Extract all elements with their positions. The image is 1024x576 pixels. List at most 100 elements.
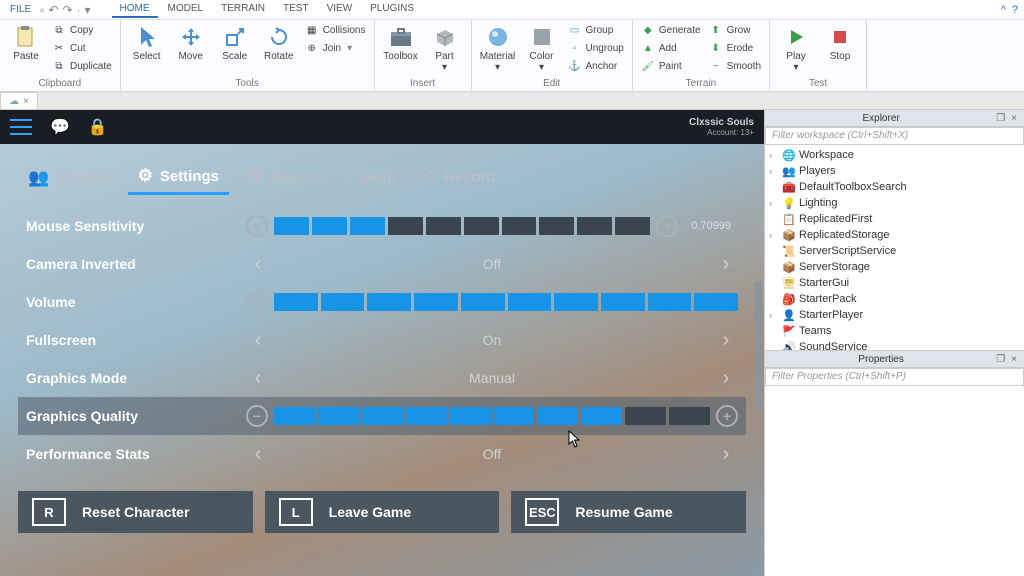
join-button[interactable]: ⊕Join▾ (303, 40, 368, 56)
grow-button[interactable]: ⬆Grow (707, 22, 763, 38)
next-button[interactable]: › (714, 367, 738, 390)
explorer-tree[interactable]: ›🌐Workspace›👥Players🧰DefaultToolboxSearc… (765, 145, 1024, 350)
copy-button[interactable]: ⧉Copy (50, 22, 114, 38)
select-button[interactable]: Select (127, 22, 167, 64)
resume-game-button[interactable]: ESCResume Game (511, 491, 746, 533)
stop-button[interactable]: Stop (820, 22, 860, 64)
prev-button[interactable]: ‹ (246, 253, 270, 276)
tab-view[interactable]: VIEW (319, 1, 361, 18)
paste-button[interactable]: Paste (6, 22, 46, 64)
expand-icon[interactable]: › (769, 198, 779, 208)
tree-item[interactable]: ›🌐Workspace (765, 147, 1024, 163)
erode-button[interactable]: ⬇Erode (707, 40, 763, 56)
help-icon[interactable]: ? (1012, 4, 1018, 16)
tab-settings[interactable]: ⚙Settings (128, 160, 229, 195)
slider-segment[interactable] (406, 407, 447, 425)
slider-segment[interactable] (362, 407, 403, 425)
rotate-button[interactable]: Rotate (259, 22, 299, 64)
next-button[interactable]: › (714, 253, 738, 276)
next-button[interactable]: › (714, 443, 738, 466)
save-icon[interactable]: ▫ (40, 3, 44, 17)
tree-item[interactable]: 🔊SoundService (765, 339, 1024, 350)
slider-segment[interactable] (350, 217, 385, 235)
generate-button[interactable]: ◆Generate (639, 22, 703, 38)
expand-icon[interactable]: › (769, 310, 779, 320)
qat-more-icon[interactable]: ▾ (85, 3, 91, 17)
tree-item[interactable]: 🧰DefaultToolboxSearch (765, 179, 1024, 195)
cut-button[interactable]: ✂Cut (50, 40, 114, 56)
slider-segment[interactable] (694, 293, 738, 311)
slider-segment[interactable] (312, 217, 347, 235)
part-button[interactable]: Part▾ (425, 22, 465, 75)
volume-slider[interactable] (274, 293, 738, 311)
slider-segment[interactable] (577, 217, 612, 235)
slider-segment[interactable] (450, 407, 491, 425)
slider-segment[interactable] (274, 407, 315, 425)
toolbox-button[interactable]: Toolbox (381, 22, 421, 64)
color-button[interactable]: Color▾ (522, 22, 562, 75)
slider-segment[interactable] (648, 293, 692, 311)
game-viewport[interactable]: 💬 🔒 Clxssic Souls Account: 13+ 👥Players … (0, 110, 764, 576)
tab-record[interactable]: ⟐Record (414, 160, 506, 195)
tree-item[interactable]: ›👤StarterPlayer (765, 307, 1024, 323)
ungroup-button[interactable]: ▫Ungroup (566, 40, 626, 56)
close-tab-icon[interactable]: × (23, 96, 29, 107)
scrollbar[interactable] (755, 281, 762, 411)
slider-segment[interactable] (537, 407, 578, 425)
sensitivity-slider[interactable] (274, 217, 650, 235)
tree-item[interactable]: 🖥StarterGui (765, 275, 1024, 291)
slider-segment[interactable] (502, 217, 537, 235)
leave-game-button[interactable]: LLeave Game (265, 491, 500, 533)
increase-button[interactable]: + (716, 405, 738, 427)
properties-filter-input[interactable]: Filter Properties (Ctrl+Shift+P) (765, 368, 1024, 386)
slider-segment[interactable] (388, 217, 423, 235)
slider-segment[interactable] (274, 217, 309, 235)
slider-segment[interactable] (601, 293, 645, 311)
slider-segment[interactable] (554, 293, 598, 311)
tree-item[interactable]: ›💡Lighting (765, 195, 1024, 211)
tree-item[interactable]: 📜ServerScriptService (765, 243, 1024, 259)
hamburger-icon[interactable] (10, 119, 32, 135)
close-panel-icon[interactable]: × (1008, 354, 1020, 365)
undo-icon[interactable]: ↶ (48, 3, 58, 17)
material-button[interactable]: Material▾ (478, 22, 518, 75)
collapse-ribbon-icon[interactable]: ^ (1001, 4, 1006, 16)
slider-segment[interactable] (426, 217, 461, 235)
tree-item[interactable]: ›📦ReplicatedStorage (765, 227, 1024, 243)
smooth-button[interactable]: ~Smooth (707, 58, 763, 74)
slider-segment[interactable] (615, 217, 650, 235)
close-panel-icon[interactable]: × (1008, 113, 1020, 124)
slider-segment[interactable] (581, 407, 622, 425)
tree-item[interactable]: 📦ServerStorage (765, 259, 1024, 275)
tree-item[interactable]: 🚩Teams (765, 323, 1024, 339)
tab-home[interactable]: HOME (112, 1, 158, 18)
slider-segment[interactable] (367, 293, 411, 311)
tree-item[interactable]: 📋ReplicatedFirst (765, 211, 1024, 227)
undock-icon[interactable]: ❐ (993, 354, 1008, 365)
group-button[interactable]: ▭Group (566, 22, 626, 38)
duplicate-button[interactable]: ⧉Duplicate (50, 58, 114, 74)
explorer-filter-input[interactable]: Filter workspace (Ctrl+Shift+X) (765, 127, 1024, 145)
tab-plugins[interactable]: PLUGINS (362, 1, 422, 18)
slider-segment[interactable] (274, 293, 318, 311)
document-tab[interactable]: ☁ × (0, 92, 38, 109)
tab-report[interactable]: ⚑Report (237, 160, 328, 195)
add-terrain-button[interactable]: ▲Add (639, 40, 703, 56)
tree-item[interactable]: 🎒StarterPack (765, 291, 1024, 307)
slider-segment[interactable] (508, 293, 552, 311)
slider-segment[interactable] (321, 293, 365, 311)
move-button[interactable]: Move (171, 22, 211, 64)
backpack-icon[interactable]: 🔒 (88, 117, 108, 137)
expand-icon[interactable]: › (769, 230, 779, 240)
tree-item[interactable]: ›👥Players (765, 163, 1024, 179)
quality-slider[interactable] (274, 407, 710, 425)
reset-character-button[interactable]: RReset Character (18, 491, 253, 533)
sensitivity-value[interactable]: 0.70999 (684, 216, 738, 236)
redo-icon[interactable]: ↷ (62, 3, 72, 17)
slider-segment[interactable] (625, 407, 666, 425)
tab-terrain[interactable]: TERRAIN (213, 1, 273, 18)
tab-model[interactable]: MODEL (160, 1, 212, 18)
tab-players[interactable]: 👥Players (18, 160, 120, 195)
prev-button[interactable]: ‹ (246, 367, 270, 390)
next-button[interactable]: › (714, 329, 738, 352)
